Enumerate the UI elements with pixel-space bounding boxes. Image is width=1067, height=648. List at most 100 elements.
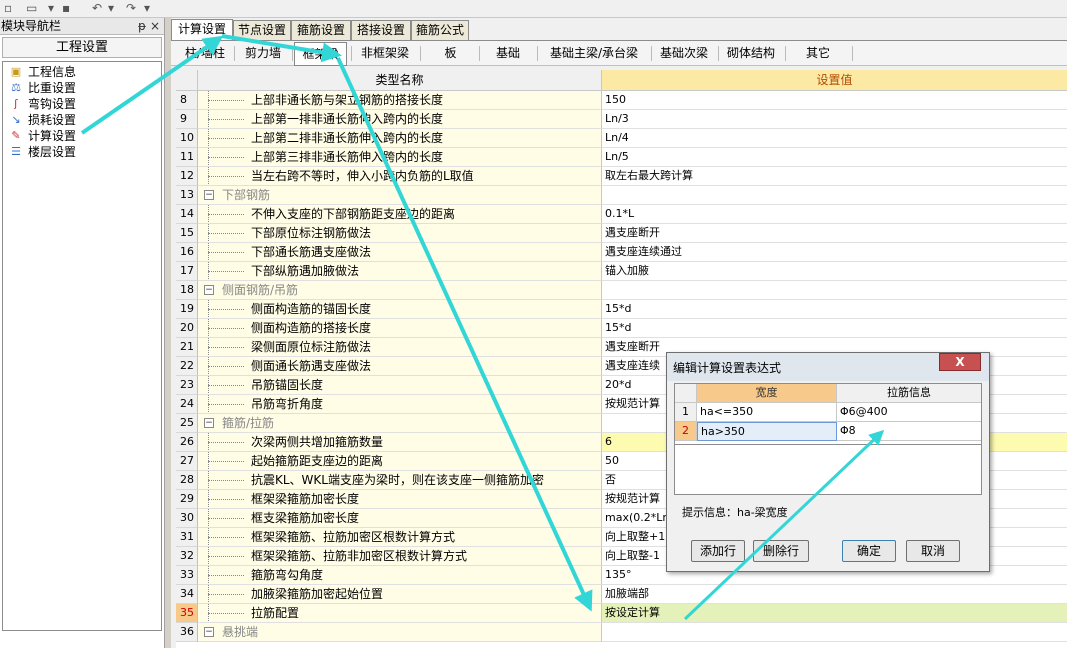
grid-row[interactable]: 35 拉筋配置 按设定计算 bbox=[176, 604, 1067, 623]
grid-row[interactable]: 20 侧面构造筋的搭接长度 15*d bbox=[176, 319, 1067, 338]
dropdown-arrow-icon[interactable]: ▾ bbox=[144, 1, 150, 16]
nav-item-floor[interactable]: ☰ 楼层设置 bbox=[3, 144, 161, 160]
cancel-button[interactable]: 取消 bbox=[906, 540, 960, 562]
grid-row[interactable]: 9 上部第一排非通长筋伸入跨内的长度 Ln/3 bbox=[176, 110, 1067, 129]
open-folder-icon[interactable]: ▭ bbox=[26, 1, 37, 16]
value-cell[interactable]: 锚入加腋 bbox=[602, 262, 1067, 281]
collapse-icon[interactable]: − bbox=[204, 190, 214, 200]
subtab-frame-beam[interactable]: 框架梁 bbox=[294, 42, 347, 66]
value-cell[interactable]: 15*d bbox=[602, 300, 1067, 319]
nav-item-hook[interactable]: ʃ 弯钩设置 bbox=[3, 96, 161, 112]
type-name-cell[interactable]: 吊筋锚固长度 bbox=[198, 376, 602, 395]
type-name-cell[interactable]: 框支梁箍筋加密长度 bbox=[198, 509, 602, 528]
nav-item-project-info[interactable]: ▣ 工程信息 bbox=[3, 64, 161, 80]
grid-row[interactable]: 17 下部纵筋遇加腋做法 锚入加腋 bbox=[176, 262, 1067, 281]
grid-row[interactable]: 10 上部第二排非通长筋伸入跨内的长度 Ln/4 bbox=[176, 129, 1067, 148]
close-icon[interactable]: × bbox=[150, 18, 160, 35]
value-cell[interactable]: 按设定计算 bbox=[602, 604, 1067, 623]
type-name-cell[interactable]: 侧面构造筋的锚固长度 bbox=[198, 300, 602, 319]
subtab-shear-wall[interactable]: 剪力墙 bbox=[237, 41, 289, 66]
type-name-cell[interactable]: 上部第三排非通长筋伸入跨内的长度 bbox=[198, 148, 602, 167]
grid-row[interactable]: 16 下部通长筋遇支座做法 遇支座连续通过 bbox=[176, 243, 1067, 262]
type-name-cell[interactable]: 次梁两侧共增加箍筋数量 bbox=[198, 433, 602, 452]
type-name-cell[interactable]: 吊筋弯折角度 bbox=[198, 395, 602, 414]
tab-node-settings[interactable]: 节点设置 bbox=[233, 20, 291, 40]
value-cell[interactable]: 遇支座连续通过 bbox=[602, 243, 1067, 262]
value-cell[interactable] bbox=[602, 186, 1067, 205]
column-header-value[interactable]: 设置值 bbox=[602, 70, 1067, 91]
nav-section-title[interactable]: 工程设置 bbox=[2, 37, 162, 58]
nav-item-loss[interactable]: ↘ 损耗设置 bbox=[3, 112, 161, 128]
column-header-width[interactable]: 宽度 bbox=[697, 384, 837, 403]
value-cell[interactable]: Ln/5 bbox=[602, 148, 1067, 167]
redo-icon[interactable]: ↷ bbox=[126, 1, 136, 16]
grid-row[interactable]: 19 侧面构造筋的锚固长度 15*d bbox=[176, 300, 1067, 319]
tab-lap-settings[interactable]: 搭接设置 bbox=[351, 20, 411, 40]
subtab-foundation-secondary-beam[interactable]: 基础次梁 bbox=[654, 41, 714, 66]
grid-category-row[interactable]: 18− 侧面钢筋/吊筋 bbox=[176, 281, 1067, 300]
value-cell[interactable]: 加腋端部 bbox=[602, 585, 1067, 604]
type-name-cell[interactable]: 框架梁箍筋加密长度 bbox=[198, 490, 602, 509]
collapse-icon[interactable]: − bbox=[204, 418, 214, 428]
type-name-cell[interactable]: 不伸入支座的下部钢筋距支座边的距离 bbox=[198, 205, 602, 224]
type-name-cell[interactable]: 框架梁箍筋、拉筋非加密区根数计算方式 bbox=[198, 547, 602, 566]
subtab-non-frame-beam[interactable]: 非框架梁 bbox=[354, 41, 416, 66]
grid-row[interactable]: 15 下部原位标注钢筋做法 遇支座断开 bbox=[176, 224, 1067, 243]
collapse-icon[interactable]: − bbox=[204, 627, 214, 637]
dropdown-arrow-icon[interactable]: ▾ bbox=[48, 1, 54, 16]
grid-row[interactable]: 34 加腋梁箍筋加密起始位置 加腋端部 bbox=[176, 585, 1067, 604]
undo-icon[interactable]: ↶ bbox=[92, 1, 102, 16]
column-header-type[interactable]: 类型名称 bbox=[198, 70, 602, 91]
type-name-cell[interactable]: 框架梁箍筋、拉筋加密区根数计算方式 bbox=[198, 528, 602, 547]
value-cell[interactable] bbox=[602, 623, 1067, 642]
grid-row[interactable]: 14 不伸入支座的下部钢筋距支座边的距离 0.1*L bbox=[176, 205, 1067, 224]
subtab-other[interactable]: 其它 bbox=[788, 41, 848, 66]
grid-row[interactable]: 11 上部第三排非通长筋伸入跨内的长度 Ln/5 bbox=[176, 148, 1067, 167]
pin-icon[interactable]: ᵽ bbox=[138, 18, 146, 35]
column-header-tie-info[interactable]: 拉筋信息 bbox=[837, 384, 981, 403]
type-name-cell[interactable]: − 箍筋/拉筋 bbox=[198, 414, 602, 433]
subtab-masonry[interactable]: 砌体结构 bbox=[721, 41, 781, 66]
type-name-cell[interactable]: 下部纵筋遇加腋做法 bbox=[198, 262, 602, 281]
type-name-cell[interactable]: 加腋梁箍筋加密起始位置 bbox=[198, 585, 602, 604]
grid-row[interactable]: 12 当左右跨不等时，伸入小跨内负筋的L取值 取左右最大跨计算 bbox=[176, 167, 1067, 186]
type-name-cell[interactable]: − 悬挑端 bbox=[198, 623, 602, 642]
type-name-cell[interactable]: 下部原位标注钢筋做法 bbox=[198, 224, 602, 243]
type-name-cell[interactable]: 下部通长筋遇支座做法 bbox=[198, 243, 602, 262]
grid-row[interactable]: 8 上部非通长筋与架立钢筋的搭接长度 150 bbox=[176, 91, 1067, 110]
type-name-cell[interactable]: 梁侧面原位标注筋做法 bbox=[198, 338, 602, 357]
tab-stirrup-settings[interactable]: 箍筋设置 bbox=[291, 20, 351, 40]
subtab-column-wall[interactable]: 柱/墙柱 bbox=[179, 41, 231, 66]
dialog-close-button[interactable]: X bbox=[939, 353, 981, 371]
subtab-foundation-main-beam[interactable]: 基础主梁/承台梁 bbox=[540, 41, 648, 66]
tie-info-cell[interactable]: Φ6@400 bbox=[837, 403, 981, 422]
add-row-button[interactable]: 添加行 bbox=[691, 540, 745, 562]
new-file-icon[interactable]: ▫ bbox=[4, 1, 12, 16]
width-cell-selected[interactable]: ha>350 bbox=[697, 422, 837, 441]
tie-info-cell[interactable]: Φ8 bbox=[837, 422, 981, 441]
value-cell[interactable]: 150 bbox=[602, 91, 1067, 110]
type-name-cell[interactable]: − 侧面钢筋/吊筋 bbox=[198, 281, 602, 300]
nav-item-ratio[interactable]: ⚖ 比重设置 bbox=[3, 80, 161, 96]
grid-category-row[interactable]: 36− 悬挑端 bbox=[176, 623, 1067, 642]
collapse-icon[interactable]: − bbox=[204, 285, 214, 295]
ok-button[interactable]: 确定 bbox=[842, 540, 896, 562]
grid-category-row[interactable]: 13− 下部钢筋 bbox=[176, 186, 1067, 205]
type-name-cell[interactable]: 侧面通长筋遇支座做法 bbox=[198, 357, 602, 376]
value-cell[interactable]: 0.1*L bbox=[602, 205, 1067, 224]
delete-row-button[interactable]: 删除行 bbox=[753, 540, 809, 562]
type-name-cell[interactable]: 箍筋弯勾角度 bbox=[198, 566, 602, 585]
type-name-cell[interactable]: 侧面构造筋的搭接长度 bbox=[198, 319, 602, 338]
type-name-cell[interactable]: − 下部钢筋 bbox=[198, 186, 602, 205]
type-name-cell[interactable]: 当左右跨不等时，伸入小跨内负筋的L取值 bbox=[198, 167, 602, 186]
value-cell[interactable] bbox=[602, 281, 1067, 300]
value-cell[interactable]: Ln/3 bbox=[602, 110, 1067, 129]
save-icon[interactable]: ▪ bbox=[62, 1, 70, 16]
width-cell[interactable]: ha<=350 bbox=[697, 403, 837, 422]
dropdown-arrow-icon[interactable]: ▾ bbox=[108, 1, 114, 16]
nav-item-calc[interactable]: ✎ 计算设置 bbox=[3, 128, 161, 144]
type-name-cell[interactable]: 拉筋配置 bbox=[198, 604, 602, 623]
type-name-cell[interactable]: 起始箍筋距支座边的距离 bbox=[198, 452, 602, 471]
subtab-foundation[interactable]: 基础 bbox=[482, 41, 534, 66]
type-name-cell[interactable]: 上部第二排非通长筋伸入跨内的长度 bbox=[198, 129, 602, 148]
